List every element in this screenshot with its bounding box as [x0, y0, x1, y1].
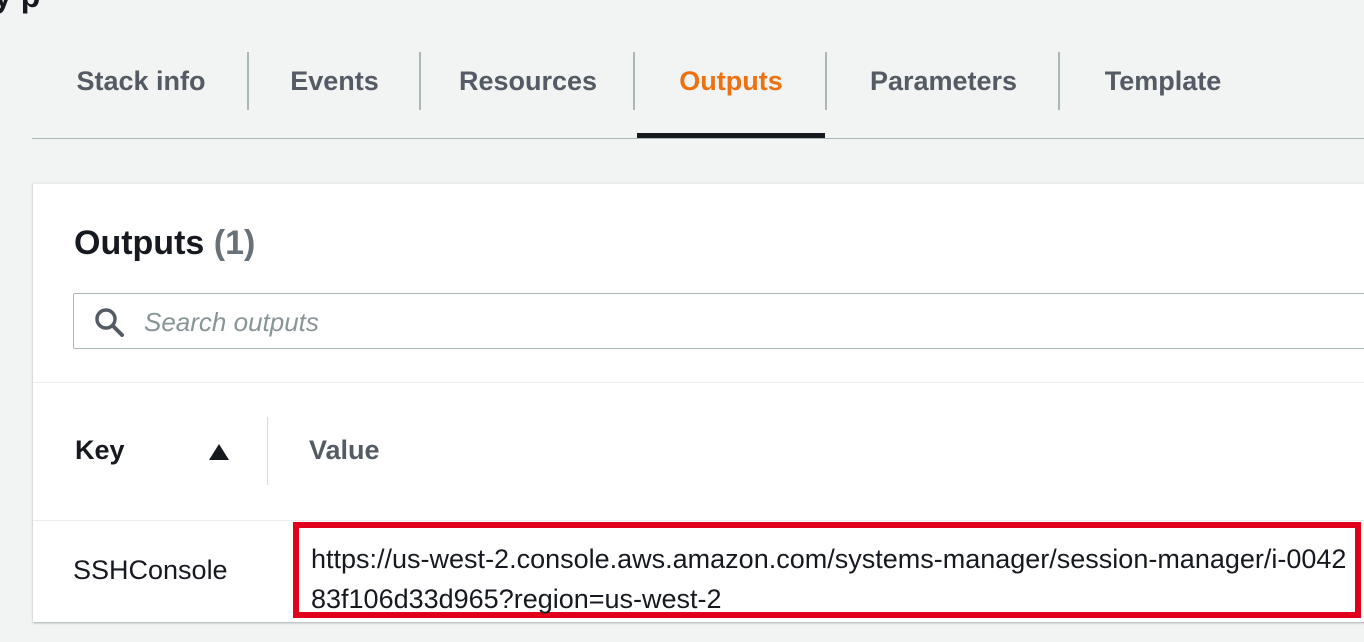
column-header-value: Value	[309, 435, 380, 465]
search-icon	[95, 308, 124, 337]
tab-template[interactable]: Template	[1060, 50, 1266, 112]
table-divider	[33, 382, 1364, 383]
search-input[interactable]	[142, 294, 1346, 350]
outputs-heading: Outputs (1)	[74, 224, 255, 263]
active-tab-indicator	[637, 133, 825, 138]
search-box	[73, 293, 1364, 350]
column-header-key[interactable]: Key	[75, 435, 125, 466]
sort-ascending-icon[interactable]	[209, 444, 229, 460]
tab-events[interactable]: Events	[249, 50, 420, 112]
tab-parameters[interactable]: Parameters	[827, 50, 1060, 112]
row-divider	[33, 520, 1364, 521]
column-divider[interactable]	[267, 417, 268, 485]
output-key-cell: SSHConsole	[73, 555, 228, 585]
outputs-count: (1)	[213, 224, 256, 262]
outputs-panel: Outputs (1) Key Value SSHConsole https:/…	[33, 183, 1364, 622]
stack-tabs: Stack info Events Resources Outputs Para…	[32, 50, 1364, 139]
outputs-title: Outputs	[74, 224, 205, 262]
cloudformation-stack-page: y p Stack info Events Resources Outputs …	[0, 0, 1364, 642]
tab-outputs[interactable]: Outputs	[635, 50, 827, 112]
tab-resources[interactable]: Resources	[421, 50, 635, 112]
tab-stack-info[interactable]: Stack info	[32, 50, 250, 112]
page-title: y p	[0, 0, 40, 15]
output-value-cell[interactable]: https://us-west-2.console.aws.amazon.com…	[293, 522, 1361, 618]
